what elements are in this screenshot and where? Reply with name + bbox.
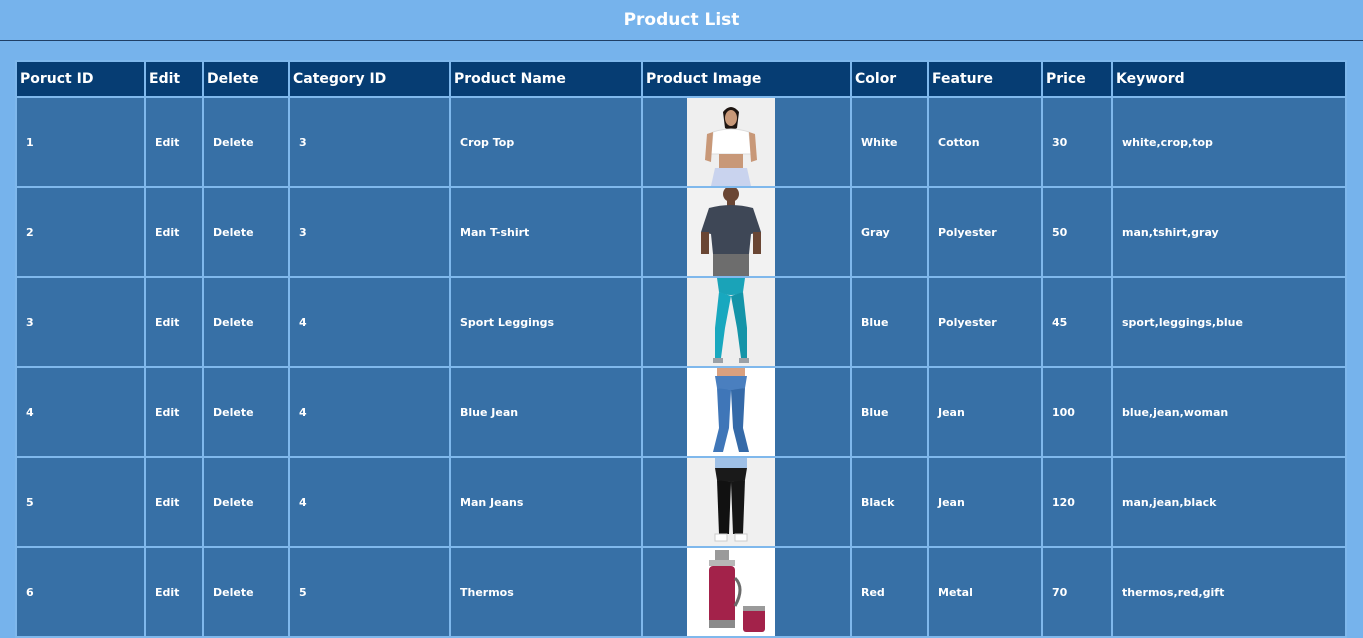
crop-top-photo — [687, 98, 775, 186]
product-image-cell — [641, 456, 852, 548]
feature-cell: Metal — [927, 546, 1043, 638]
feature-cell: Jean — [927, 456, 1043, 548]
blue-jean-photo — [687, 368, 775, 456]
product-id-cell: 5 — [15, 456, 146, 548]
product-image-cell — [641, 366, 852, 458]
product-name-cell: Man T-shirt — [449, 186, 643, 278]
delete-link[interactable]: Delete — [202, 96, 290, 188]
feature-cell: Cotton — [927, 96, 1043, 188]
table-row: 2 Edit Delete 3 Man T-shirt Gray Polyest… — [15, 186, 1347, 278]
product-image-cell — [641, 96, 852, 188]
sport-leggings-photo — [687, 278, 775, 366]
product-id-cell: 2 — [15, 186, 146, 278]
product-id-cell: 3 — [15, 276, 146, 368]
column-header-category-id: Category ID — [288, 60, 451, 98]
edit-link[interactable]: Edit — [144, 456, 204, 548]
color-cell: Black — [850, 456, 929, 548]
product-image-cell — [641, 276, 852, 368]
table-row: 3 Edit Delete 4 Sport Leggings Blue Poly… — [15, 276, 1347, 368]
column-header-price: Price — [1041, 60, 1113, 98]
product-name-cell: Thermos — [449, 546, 643, 638]
delete-link[interactable]: Delete — [202, 366, 290, 458]
product-table: Poruct ID Edit Delete Category ID Produc… — [15, 60, 1347, 638]
product-name-cell: Crop Top — [449, 96, 643, 188]
color-cell: Gray — [850, 186, 929, 278]
thermos-photo — [687, 548, 775, 636]
color-cell: White — [850, 96, 929, 188]
product-name-cell: Man Jeans — [449, 456, 643, 548]
edit-link[interactable]: Edit — [144, 186, 204, 278]
keyword-cell: man,tshirt,gray — [1111, 186, 1347, 278]
keyword-cell: man,jean,black — [1111, 456, 1347, 548]
table-row: 6 Edit Delete 5 Thermos Red Metal 70 the… — [15, 546, 1347, 638]
column-header-color: Color — [850, 60, 929, 98]
product-name-cell: Blue Jean — [449, 366, 643, 458]
edit-link[interactable]: Edit — [144, 366, 204, 458]
table-row: 1 Edit Delete 3 Crop Top White Cotton 30… — [15, 96, 1347, 188]
keyword-cell: blue,jean,woman — [1111, 366, 1347, 458]
column-header-product-image: Product Image — [641, 60, 852, 98]
feature-cell: Polyester — [927, 276, 1043, 368]
delete-link[interactable]: Delete — [202, 546, 290, 638]
color-cell: Red — [850, 546, 929, 638]
price-cell: 30 — [1041, 96, 1113, 188]
category-id-cell: 3 — [288, 96, 451, 188]
table-row: 4 Edit Delete 4 Blue Jean Blue Jean 100 … — [15, 366, 1347, 458]
category-id-cell: 4 — [288, 366, 451, 458]
column-header-keyword: Keyword — [1111, 60, 1347, 98]
product-image-cell — [641, 186, 852, 278]
keyword-cell: thermos,red,gift — [1111, 546, 1347, 638]
price-cell: 120 — [1041, 456, 1113, 548]
table-row: 5 Edit Delete 4 Man Jeans Black Jean 120… — [15, 456, 1347, 548]
page-header: Product List — [0, 0, 1363, 41]
delete-link[interactable]: Delete — [202, 276, 290, 368]
category-id-cell: 4 — [288, 276, 451, 368]
column-header-delete: Delete — [202, 60, 290, 98]
product-image-cell — [641, 546, 852, 638]
delete-link[interactable]: Delete — [202, 456, 290, 548]
feature-cell: Polyester — [927, 186, 1043, 278]
man-tshirt-photo — [687, 188, 775, 276]
product-id-cell: 1 — [15, 96, 146, 188]
price-cell: 100 — [1041, 366, 1113, 458]
keyword-cell: sport,leggings,blue — [1111, 276, 1347, 368]
edit-link[interactable]: Edit — [144, 276, 204, 368]
product-name-cell: Sport Leggings — [449, 276, 643, 368]
column-header-edit: Edit — [144, 60, 204, 98]
keyword-cell: white,crop,top — [1111, 96, 1347, 188]
product-id-cell: 6 — [15, 546, 146, 638]
edit-link[interactable]: Edit — [144, 546, 204, 638]
page-title: Product List — [623, 10, 740, 30]
column-header-product-id: Poruct ID — [15, 60, 146, 98]
column-header-product-name: Product Name — [449, 60, 643, 98]
man-jeans-photo — [687, 458, 775, 546]
feature-cell: Jean — [927, 366, 1043, 458]
category-id-cell: 4 — [288, 456, 451, 548]
column-header-feature: Feature — [927, 60, 1043, 98]
price-cell: 50 — [1041, 186, 1113, 278]
price-cell: 70 — [1041, 546, 1113, 638]
product-id-cell: 4 — [15, 366, 146, 458]
price-cell: 45 — [1041, 276, 1113, 368]
product-table-container: Poruct ID Edit Delete Category ID Produc… — [15, 60, 1347, 638]
category-id-cell: 5 — [288, 546, 451, 638]
table-header-row: Poruct ID Edit Delete Category ID Produc… — [15, 60, 1347, 98]
category-id-cell: 3 — [288, 186, 451, 278]
color-cell: Blue — [850, 366, 929, 458]
color-cell: Blue — [850, 276, 929, 368]
edit-link[interactable]: Edit — [144, 96, 204, 188]
delete-link[interactable]: Delete — [202, 186, 290, 278]
